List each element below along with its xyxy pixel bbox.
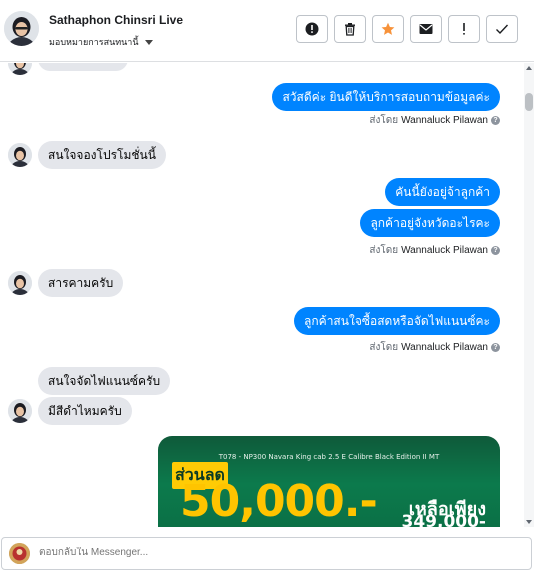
follow-up-button[interactable] (448, 15, 480, 43)
delete-button[interactable] (334, 15, 366, 43)
message-bubble-incoming[interactable]: มีสีดำไหมครับ (38, 397, 132, 425)
sender-name[interactable]: Wannaluck Pilawan (401, 342, 488, 353)
page-avatar (9, 543, 30, 564)
star-icon (381, 22, 395, 35)
trash-icon (345, 23, 355, 36)
exclamation-circle-icon (305, 22, 319, 36)
contact-avatar-small (8, 143, 32, 167)
scroll-up-arrow-icon[interactable] (526, 66, 532, 70)
sent-by-prefix: ส่งโดย (369, 245, 399, 256)
promo-price: 349,000- (401, 512, 487, 527)
message-bubble-incoming[interactable]: สนใจจองโปรโมชั่นนี้ (38, 141, 166, 169)
message-bubble-incoming[interactable]: สนใจจัดไฟแนนซ์ครับ (38, 367, 171, 395)
conversation-header: Sathaphon Chinsri Live มอบหมายการสนทนานี… (0, 0, 534, 62)
contact-avatar-small (8, 63, 32, 75)
scroll-down-arrow-icon[interactable] (526, 520, 532, 524)
report-button[interactable] (296, 15, 328, 43)
sent-by-label: ส่งโดย Wannaluck Pilawan ? (369, 340, 500, 355)
check-icon (496, 24, 509, 35)
scroll-thumb[interactable] (525, 93, 533, 111)
chevron-down-icon (144, 39, 153, 45)
message-bubble-incoming[interactable]: สารคามครับ (38, 269, 124, 297)
question-icon[interactable]: ? (491, 246, 500, 255)
contact-name[interactable]: Sathaphon Chinsri Live (49, 13, 183, 27)
envelope-icon (419, 24, 433, 34)
reply-composer[interactable] (1, 537, 532, 570)
assign-conversation-dropdown[interactable]: มอบหมายการสนทนานี้ (49, 35, 153, 49)
sent-by-prefix: ส่งโดย (369, 115, 399, 126)
contact-avatar-small (8, 271, 32, 295)
sent-by-prefix: ส่งโดย (369, 342, 399, 353)
message-bubble-outgoing[interactable]: ลูกค้าอยู่จังหวัดอะไรคะ (360, 209, 500, 237)
thread-scrollbar[interactable] (524, 63, 534, 527)
contact-avatar[interactable] (4, 11, 39, 46)
mark-done-button[interactable] (486, 15, 518, 43)
exclamation-icon (463, 23, 465, 35)
promo-discount-amount: 50,000.- (180, 476, 378, 527)
message-bubble-outgoing[interactable]: ลูกค้าสนใจซื้อสดหรือจัดไฟแนนซ์คะ (294, 307, 500, 335)
star-button[interactable] (372, 15, 404, 43)
reply-input[interactable] (39, 547, 519, 558)
contact-avatar-small (8, 399, 32, 423)
message-thread[interactable]: สวัสดีค่ะ ยินดีให้บริการสอบถามข้อมูลค่ะ … (0, 63, 524, 527)
sender-name[interactable]: Wannaluck Pilawan (401, 115, 488, 126)
promo-image-attachment[interactable]: T078 - NP300 Navara King cab 2.5 E Calib… (158, 436, 500, 527)
question-icon[interactable]: ? (491, 116, 500, 125)
sent-by-label: ส่งโดย Wannaluck Pilawan ? (369, 243, 500, 258)
sent-by-label: ส่งโดย Wannaluck Pilawan ? (369, 113, 500, 128)
conversation-actions (296, 15, 518, 43)
assign-label: มอบหมายการสนทนานี้ (49, 37, 139, 47)
mark-unread-button[interactable] (410, 15, 442, 43)
message-bubble-outgoing[interactable]: สวัสดีค่ะ ยินดีให้บริการสอบถามข้อมูลค่ะ (272, 83, 500, 111)
promo-title: T078 - NP300 Navara King cab 2.5 E Calib… (218, 453, 440, 461)
message-bubble-outgoing[interactable]: คันนี้ยังอยู่จ้าลูกค้า (385, 178, 500, 206)
message-bubble-incoming-partial[interactable] (38, 63, 128, 71)
sender-name[interactable]: Wannaluck Pilawan (401, 245, 488, 256)
question-icon[interactable]: ? (491, 343, 500, 352)
